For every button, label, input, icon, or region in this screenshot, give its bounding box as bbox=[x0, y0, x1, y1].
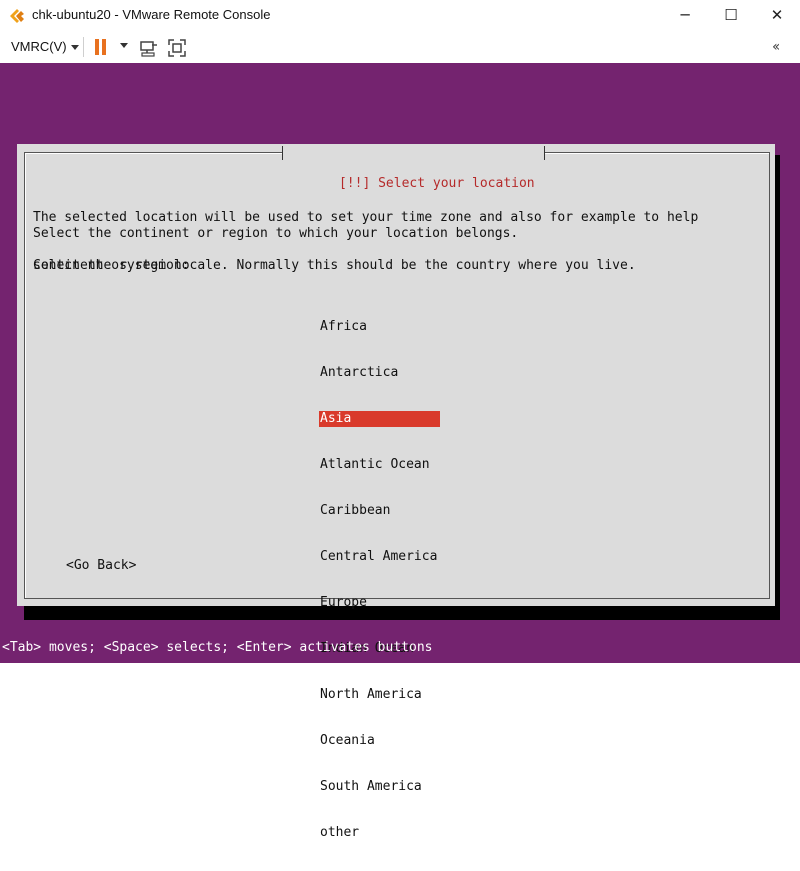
close-button[interactable]: ✕ bbox=[754, 0, 800, 31]
region-list: Africa Antarctica Asia Atlantic Ocean Ca… bbox=[319, 289, 440, 871]
region-option-south-america[interactable]: South America bbox=[319, 779, 440, 795]
minimize-button[interactable]: ─ bbox=[662, 0, 708, 31]
region-option-africa[interactable]: Africa bbox=[319, 319, 440, 335]
vmrc-menu-label: VMRC(V) bbox=[11, 39, 67, 54]
region-option-antarctica[interactable]: Antarctica bbox=[319, 365, 440, 381]
maximize-button[interactable]: ☐ bbox=[708, 0, 754, 31]
dialog-prompt: Select the continent or region to which … bbox=[33, 226, 519, 241]
installer-status-hint: <Tab> moves; <Space> selects; <Enter> ac… bbox=[2, 640, 433, 655]
region-option-caribbean[interactable]: Caribbean bbox=[319, 503, 440, 519]
close-icon: ✕ bbox=[770, 6, 784, 24]
vm-console-screen[interactable]: [!!] Select your location The selected l… bbox=[0, 63, 800, 840]
region-option-atlantic-ocean[interactable]: Atlantic Ocean bbox=[319, 457, 440, 473]
send-keys-icon[interactable] bbox=[138, 38, 158, 58]
region-option-asia[interactable]: Asia bbox=[319, 411, 440, 427]
maximize-icon: ☐ bbox=[724, 6, 738, 24]
window-titlebar: chk-ubuntu20 - VMware Remote Console ─ ☐… bbox=[0, 0, 800, 32]
description-line: The selected location will be used to se… bbox=[33, 210, 699, 225]
power-menu-chevron-icon[interactable] bbox=[120, 43, 128, 48]
region-option-central-america[interactable]: Central America bbox=[319, 549, 440, 565]
fullscreen-icon[interactable] bbox=[167, 38, 187, 58]
region-list-label: Continent or region: bbox=[33, 258, 190, 273]
region-option-other[interactable]: other bbox=[319, 825, 440, 841]
toolbar-divider bbox=[83, 37, 84, 57]
chevron-down-icon bbox=[70, 45, 79, 51]
window-title: chk-ubuntu20 - VMware Remote Console bbox=[32, 7, 271, 22]
go-back-button[interactable]: <Go Back> bbox=[66, 558, 136, 574]
installer-dialog: [!!] Select your location The selected l… bbox=[17, 144, 775, 840]
region-option-north-america[interactable]: North America bbox=[319, 687, 440, 703]
pause-button[interactable] bbox=[94, 39, 110, 57]
vmrc-toolbar: VMRC(V) ‹‹ bbox=[0, 31, 800, 63]
dialog-description: The selected location will be used to se… bbox=[33, 178, 698, 306]
minimize-icon: ─ bbox=[680, 6, 690, 24]
pause-icon bbox=[95, 39, 99, 55]
vmrc-menu-button[interactable]: VMRC(V) bbox=[11, 39, 79, 54]
vmware-app-icon bbox=[10, 9, 24, 23]
region-option-oceania[interactable]: Oceania bbox=[319, 733, 440, 749]
region-option-europe[interactable]: Europe bbox=[319, 595, 440, 611]
dialog-title: [!!] Select your location bbox=[282, 144, 545, 191]
collapse-icon[interactable]: ‹‹ bbox=[772, 39, 780, 55]
